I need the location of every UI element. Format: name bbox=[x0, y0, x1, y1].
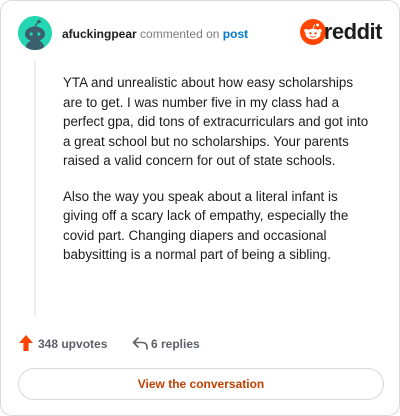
reddit-brand[interactable]: reddit bbox=[296, 19, 383, 47]
post-link[interactable]: post bbox=[223, 27, 248, 41]
reply-arrow-icon bbox=[132, 337, 148, 350]
replies-button[interactable]: 6 replies bbox=[131, 334, 231, 354]
comment-body: YTA and unrealistic about how easy schol… bbox=[63, 73, 369, 281]
username-link[interactable]: afuckingpear bbox=[62, 27, 137, 41]
action-text: commented on bbox=[140, 27, 220, 41]
reply-count: 6 replies bbox=[151, 337, 200, 351]
snoo-avatar-icon[interactable] bbox=[18, 16, 52, 50]
comment-paragraph-2: Also the way you speak about a literal i… bbox=[63, 188, 349, 263]
view-conversation-button[interactable]: View the conversation bbox=[18, 368, 384, 400]
reddit-logo-icon bbox=[300, 19, 326, 45]
upvote-count: 348 upvotes bbox=[38, 337, 108, 351]
upvote-button[interactable]: 348 upvotes bbox=[18, 334, 118, 354]
comment-embed-card: afuckingpear commented on post reddit YT… bbox=[0, 0, 400, 416]
thread-line bbox=[34, 61, 36, 317]
comment-header: afuckingpear commented on post reddit bbox=[18, 16, 383, 50]
reddit-wordmark: reddit bbox=[323, 19, 383, 44]
comment-meta: afuckingpear commented on post bbox=[62, 27, 248, 41]
comment-paragraph-1: YTA and unrealistic about how easy schol… bbox=[63, 75, 369, 168]
upvote-arrow-icon bbox=[19, 335, 33, 351]
